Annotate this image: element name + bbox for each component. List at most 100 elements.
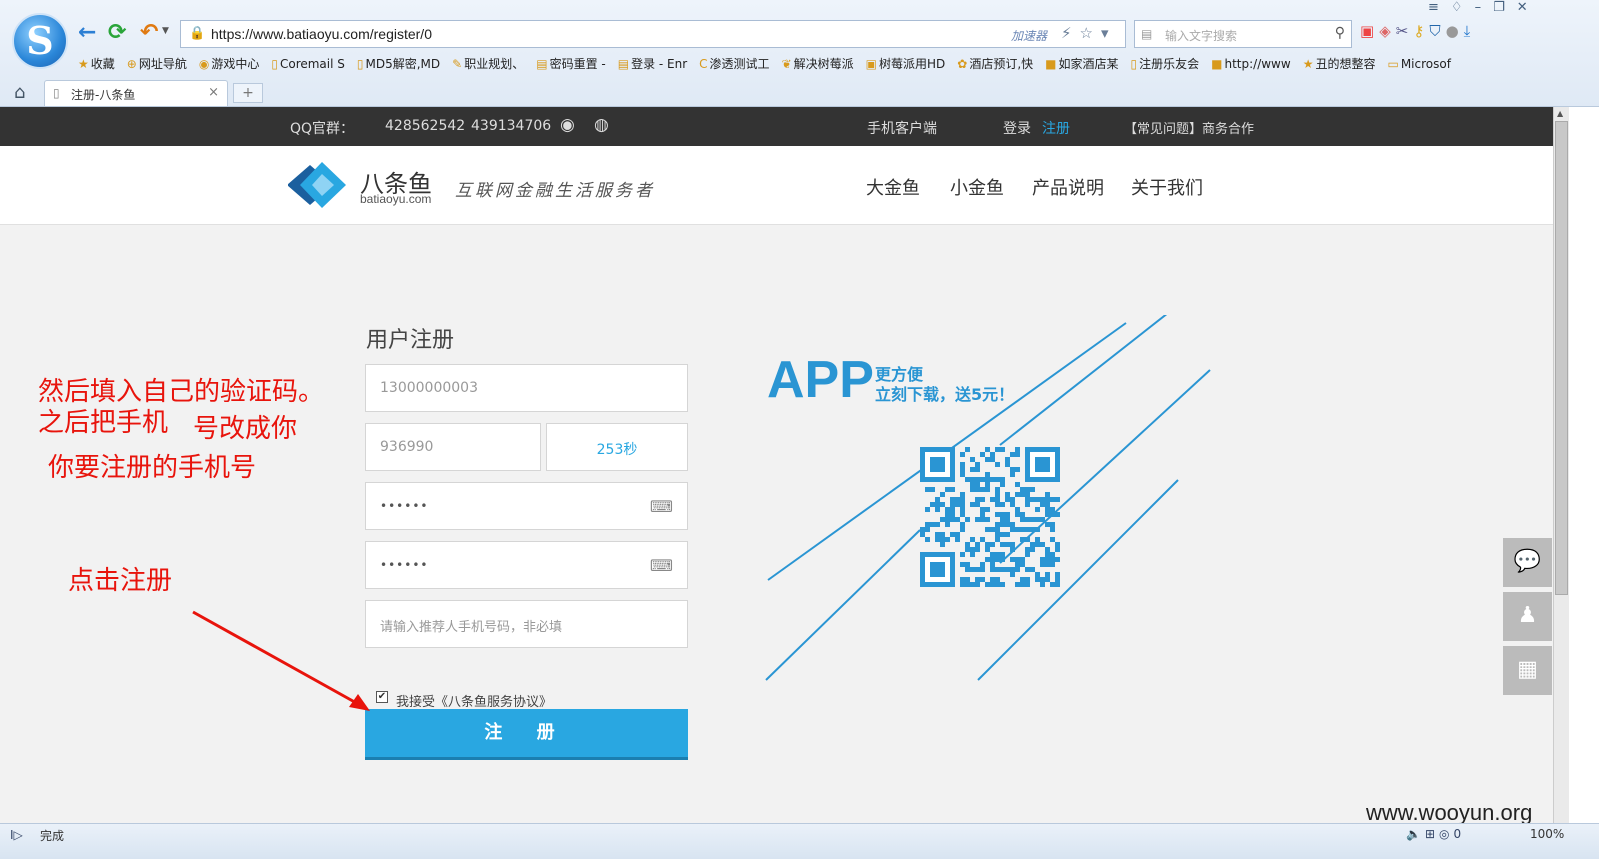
- address-bar[interactable]: 🔒 https://www.batiaoyu.com/register/0 加速…: [180, 20, 1126, 48]
- browser-logo-icon[interactable]: S: [12, 13, 68, 69]
- calculator-icon[interactable]: ▦: [1503, 646, 1552, 695]
- register-button[interactable]: 注 册: [365, 709, 688, 760]
- bookmark-item[interactable]: ✿ 酒店预订,快: [957, 55, 1033, 72]
- bookmark-item[interactable]: ▯ Coremail S: [271, 57, 345, 71]
- main-content: 用户注册 13000000003 936990 253秒 •••••• ⌨ ••…: [0, 225, 1553, 823]
- search-box[interactable]: ▤ 输入文字搜索 ⚲: [1134, 20, 1352, 48]
- translate-icon[interactable]: ◈: [1379, 22, 1396, 40]
- bookmark-item[interactable]: ⊕ 网址导航: [127, 55, 187, 72]
- bookmark-label: http://www: [1224, 57, 1291, 71]
- password-input[interactable]: •••••• ⌨: [365, 482, 688, 530]
- referrer-input[interactable]: 请输入推荐人手机号码，非必填: [365, 600, 688, 648]
- chat-icon[interactable]: 💬: [1503, 538, 1552, 587]
- tab-label: 注册-八条鱼: [71, 88, 136, 102]
- skin-icon[interactable]: ♢: [1451, 0, 1475, 15]
- nav-product-info[interactable]: 产品说明: [1032, 174, 1104, 200]
- window-controls[interactable]: ≡♢–❐✕: [1428, 0, 1540, 15]
- bookmark-item[interactable]: ❦ 解决树莓派: [782, 55, 854, 72]
- scroll-up-icon[interactable]: ▲: [1557, 109, 1563, 118]
- site-logo-icon[interactable]: [288, 160, 348, 210]
- status-icons[interactable]: 🔈⊞◎0: [1406, 827, 1465, 841]
- login-link[interactable]: 登录: [1003, 118, 1031, 138]
- accelerator-label[interactable]: 加速器: [1011, 27, 1047, 44]
- mobile-client-link[interactable]: 手机客户端: [867, 118, 937, 138]
- bookmark-icon: ▣: [865, 57, 877, 71]
- chevron-down-icon[interactable]: ▼: [162, 26, 169, 36]
- bookmark-icon: ▭: [1387, 57, 1399, 71]
- faq-link[interactable]: 【常见问题】商务合作: [1124, 118, 1254, 137]
- bookmark-item[interactable]: C 渗透测试工: [699, 55, 769, 72]
- bookmark-item[interactable]: ▣ 树莓派用HD: [866, 55, 946, 72]
- bookmark-item[interactable]: ▤ 密码重置 -: [536, 55, 606, 72]
- qr-code-icon[interactable]: [920, 447, 1060, 587]
- search-engine-icon[interactable]: ▤: [1141, 27, 1152, 41]
- undo-icon[interactable]: ↶: [140, 21, 158, 45]
- new-tab-button[interactable]: +: [233, 83, 263, 103]
- nav-small-goldfish[interactable]: 小金鱼: [950, 174, 1004, 200]
- close-tab-icon[interactable]: ×: [208, 85, 219, 100]
- restore-icon[interactable]: ❐: [1493, 0, 1517, 15]
- screenshot-icon[interactable]: ▣: [1360, 22, 1379, 40]
- search-input[interactable]: 输入文字搜索: [1165, 27, 1237, 44]
- download-icon[interactable]: ⤓: [1464, 22, 1476, 40]
- search-icon[interactable]: ⚲: [1335, 25, 1345, 41]
- key-icon[interactable]: ⚷: [1413, 22, 1429, 40]
- bookmark-label: 职业规划、: [464, 57, 525, 71]
- toolbar-extension-icons[interactable]: ▣◈✂⚷⛉●⤓: [1360, 22, 1475, 40]
- bookmark-icon: ▯: [271, 57, 278, 71]
- bookmark-item[interactable]: ▭ Microsof: [1387, 57, 1450, 71]
- scroll-thumb[interactable]: [1555, 121, 1568, 595]
- annotation-arrow: [192, 610, 370, 711]
- ad-block-icon[interactable]: ◎: [1439, 827, 1453, 841]
- bookmark-label: 登录 - Enr: [631, 57, 688, 71]
- bookmark-item[interactable]: ✎ 职业规划、: [452, 55, 524, 72]
- bookmark-item[interactable]: ■ 如家酒店某: [1045, 55, 1118, 72]
- tab-register[interactable]: ▯ 注册-八条鱼 ×: [44, 80, 228, 106]
- refresh-icon[interactable]: ⟳: [108, 21, 126, 45]
- bookmark-item[interactable]: ■ http://www: [1211, 57, 1291, 71]
- scrollbar[interactable]: ▲: [1553, 107, 1569, 823]
- bookmark-item[interactable]: ★ 丑的想整容: [1303, 55, 1376, 72]
- lightning-star-icons[interactable]: ⚡☆▾: [1061, 24, 1117, 42]
- agree-label[interactable]: 我接受《八条鱼服务协议》: [396, 691, 552, 710]
- nav-about-us[interactable]: 关于我们: [1131, 174, 1203, 200]
- bookmark-item[interactable]: ▯ MD5解密,MD: [357, 55, 440, 72]
- more-icon[interactable]: ●: [1446, 22, 1464, 40]
- nav-big-goldfish[interactable]: 大金鱼: [866, 174, 920, 200]
- site-header: 八条鱼 batiaoyu.com 互联网金融生活服务者 大金鱼 小金鱼 产品说明…: [0, 146, 1553, 225]
- download-manager-icon[interactable]: ⊞: [1425, 827, 1439, 841]
- shield-icon[interactable]: ⛉: [1429, 22, 1445, 40]
- minimize-icon[interactable]: –: [1475, 0, 1494, 15]
- qq-icon[interactable]: ♟: [1503, 592, 1552, 641]
- scissors-icon[interactable]: ✂: [1396, 22, 1414, 40]
- menu-icon[interactable]: ≡: [1428, 0, 1451, 15]
- bookmark-icon: ◉: [198, 57, 210, 71]
- bookmark-item[interactable]: ◉ 游戏中心: [199, 55, 260, 72]
- close-icon[interactable]: ✕: [1517, 0, 1540, 15]
- home-icon[interactable]: ⌂: [14, 82, 25, 103]
- bookmark-item[interactable]: ▯ 注册乐友会: [1131, 55, 1200, 72]
- bookmark-icon: ✿: [957, 57, 968, 71]
- sidebar-toggle-icon[interactable]: I▷: [10, 828, 23, 842]
- bookmark-icon: ▤: [536, 57, 548, 71]
- url-text[interactable]: https://www.batiaoyu.com/register/0: [211, 26, 432, 42]
- bookmark-item[interactable]: ★ 收藏: [78, 55, 115, 72]
- back-arrow-icon[interactable]: ←: [78, 21, 96, 45]
- wechat-icon[interactable]: ◍: [594, 115, 609, 135]
- keyboard-icon[interactable]: ⌨: [650, 556, 673, 575]
- register-link[interactable]: 注册: [1042, 118, 1070, 138]
- phone-input[interactable]: 13000000003: [365, 364, 688, 412]
- zoom-level[interactable]: 100%: [1530, 827, 1564, 841]
- volume-icon[interactable]: 🔈: [1406, 827, 1425, 841]
- resend-code-button[interactable]: 253秒: [546, 423, 688, 471]
- weibo-icon[interactable]: ◉: [560, 115, 575, 135]
- bookmark-item[interactable]: ▤ 登录 - Enr: [618, 55, 687, 72]
- tab-strip: ⌂ ▯ 注册-八条鱼 × +: [0, 80, 1599, 106]
- bookmark-label: 网址导航: [138, 57, 187, 71]
- promo-line-2: 立刻下载，送5元！: [875, 385, 1015, 404]
- keyboard-icon[interactable]: ⌨: [650, 497, 673, 516]
- page-icon: ▯: [53, 86, 60, 100]
- qq-group-label: QQ官群：: [290, 121, 355, 137]
- confirm-password-input[interactable]: •••••• ⌨: [365, 541, 688, 589]
- status-count: 0: [1453, 827, 1466, 841]
